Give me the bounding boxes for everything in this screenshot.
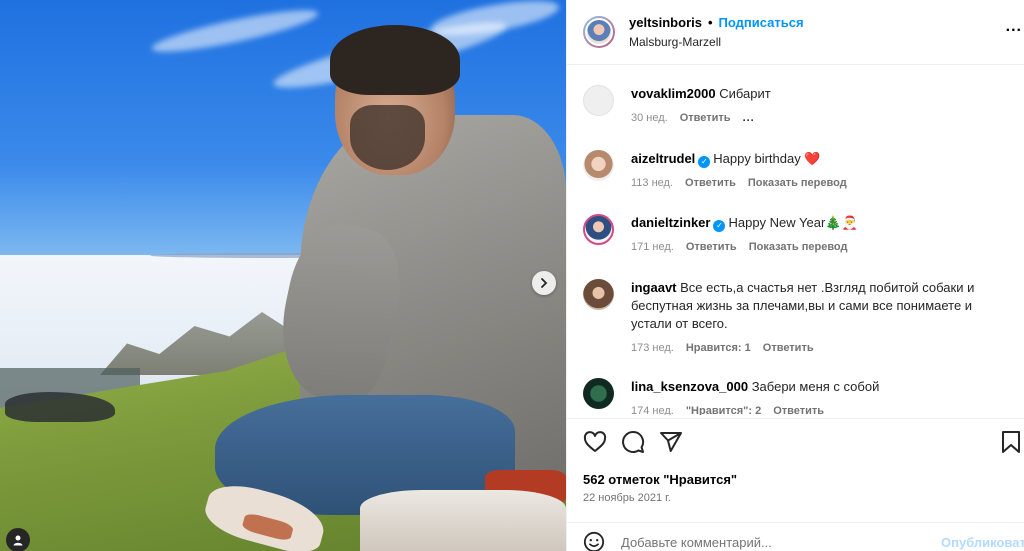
comment-icon[interactable] [621, 430, 645, 454]
comment-item: ingaavt Все есть,а счастья нет .Взгляд п… [583, 279, 1013, 354]
avatar[interactable] [583, 214, 614, 245]
separator-dot: • [707, 15, 713, 30]
man-hair [330, 25, 460, 95]
post-actions-bar [583, 430, 1024, 458]
user-tag-icon [13, 535, 23, 546]
verified-badge-icon: ✓ [713, 220, 726, 232]
post-details-panel: yeltsinboris • Подписаться Malsburg-Marz… [566, 0, 1024, 551]
comment-time[interactable]: 171 нед. [631, 241, 674, 253]
publish-button[interactable]: Опубликовать [941, 535, 1024, 550]
bookmark-icon[interactable] [999, 430, 1023, 454]
author-username[interactable]: yeltsinboris [629, 15, 702, 30]
reply-button[interactable]: Ответить [680, 112, 731, 124]
comment-text: aizeltrudel ✓ Happy birthday ❤️ [631, 151, 821, 168]
post-location[interactable]: Malsburg-Marzell [629, 35, 804, 49]
comment-time[interactable]: 113 нед. [631, 177, 673, 189]
carousel-next-button[interactable] [532, 271, 556, 295]
comment-text: danieltzinker ✓ Happy New Year🎄🎅 [631, 215, 858, 232]
avatar[interactable] [583, 85, 614, 116]
comments-list[interactable]: vovaklim2000 Сибарит 30 нед. Ответить ..… [567, 65, 1024, 415]
reply-button[interactable]: Ответить [763, 342, 814, 354]
show-translation-button[interactable]: Показать перевод [748, 177, 847, 189]
comment-username[interactable]: aizeltrudel [631, 151, 695, 166]
avatar[interactable] [583, 150, 614, 181]
man-beard [350, 105, 425, 170]
avatar[interactable] [583, 279, 614, 310]
comment-text: lina_ksenzova_000 Забери меня с собой [631, 379, 880, 394]
post-header: yeltsinboris • Подписаться Malsburg-Marz… [567, 0, 1024, 64]
reply-button[interactable]: Ответить [773, 405, 824, 415]
comment-item: vovaklim2000 Сибарит 30 нед. Ответить ..… [583, 85, 1013, 124]
post-date[interactable]: 22 ноябрь 2021 г. [583, 492, 671, 504]
comment-item: danieltzinker ✓ Happy New Year🎄🎅 171 нед. … [583, 214, 1013, 253]
comment-likes-count[interactable]: Нравится: 1 [686, 342, 751, 354]
verified-badge-icon: ✓ [698, 156, 711, 168]
reply-button[interactable]: Ответить [685, 177, 736, 189]
share-icon[interactable] [659, 430, 683, 454]
comment-username[interactable]: vovaklim2000 [631, 86, 716, 101]
bag [360, 490, 566, 551]
divider [567, 418, 1024, 419]
post-photo[interactable] [0, 0, 566, 551]
add-comment-bar: Опубликовать [567, 522, 1024, 551]
comment-username[interactable]: ingaavt [631, 280, 677, 295]
comment-username[interactable]: danieltzinker [631, 215, 710, 230]
comment-username[interactable]: lina_ksenzova_000 [631, 379, 748, 394]
more-options-icon[interactable]: ... [1006, 18, 1022, 36]
comment-item: lina_ksenzova_000 Забери меня с собой 17… [583, 378, 1013, 415]
comment-likes-count[interactable]: "Нравится": 2 [686, 405, 761, 415]
avatar[interactable] [583, 378, 614, 409]
comment-time[interactable]: 173 нед. [631, 342, 674, 354]
author-avatar[interactable] [583, 16, 615, 48]
reply-button[interactable]: Ответить [686, 241, 737, 253]
comment-time[interactable]: 174 нед. [631, 405, 674, 415]
comment-text: vovaklim2000 Сибарит [631, 86, 771, 101]
comment-text: ingaavt Все есть,а счастья нет .Взгляд п… [631, 280, 975, 331]
comment-options-button[interactable]: ... [743, 112, 755, 124]
comment-item: aizeltrudel ✓ Happy birthday ❤️ 113 нед. О… [583, 150, 1013, 189]
follow-button[interactable]: Подписаться [719, 15, 804, 30]
comment-time[interactable]: 30 нед. [631, 112, 668, 124]
user-tags-button[interactable] [6, 528, 30, 551]
chevron-right-icon [541, 278, 548, 288]
show-translation-button[interactable]: Показать перевод [749, 241, 848, 253]
emoji-icon[interactable] [583, 531, 605, 551]
heart-icon[interactable] [583, 430, 607, 454]
cloud-streak [149, 2, 321, 60]
comment-input[interactable] [621, 535, 921, 550]
likes-count[interactable]: 562 отметок "Нравится" [583, 472, 737, 487]
